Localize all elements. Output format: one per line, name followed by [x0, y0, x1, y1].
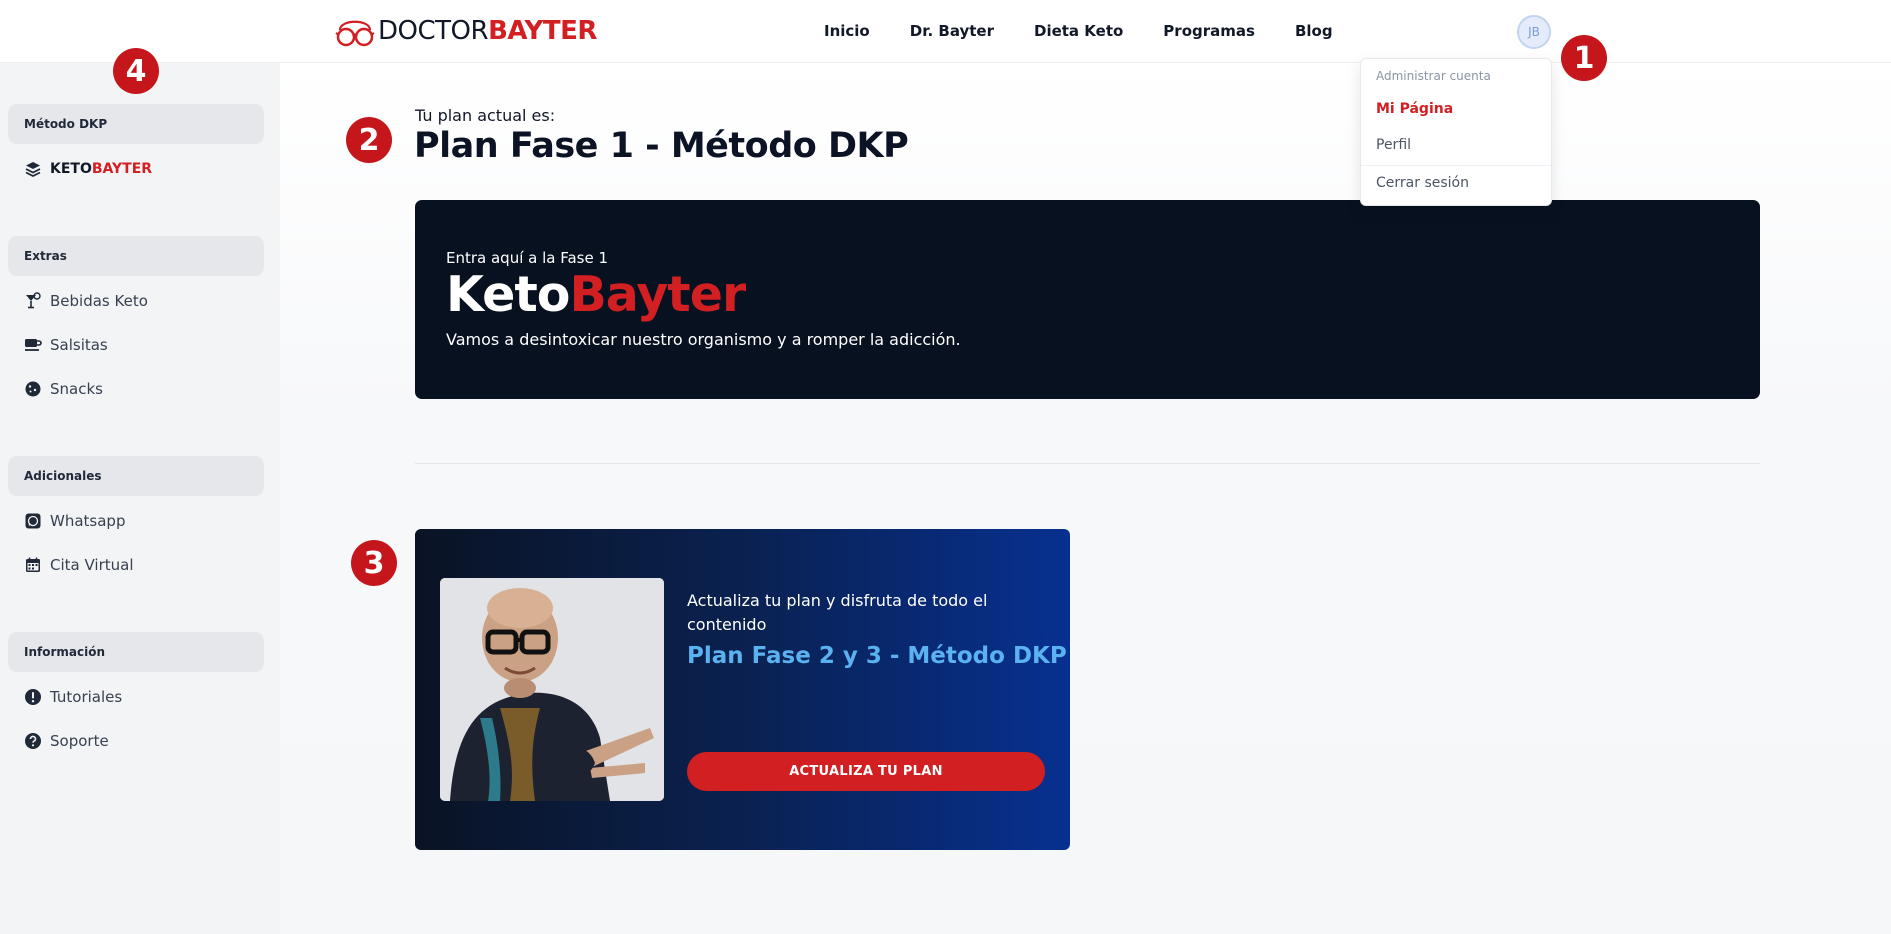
sidebar-item-ketobayter[interactable]: KETOBAYTER [24, 160, 152, 178]
layers-icon [25, 162, 41, 178]
section-extras: Extras [8, 236, 264, 276]
user-avatar[interactable]: JB [1517, 15, 1551, 49]
menu-mi-pagina[interactable]: Mi Página [1376, 101, 1453, 117]
sidebar-item-bebidas-keto[interactable]: Bebidas Keto [24, 292, 148, 310]
section-divider [415, 463, 1760, 464]
nav-blog[interactable]: Blog [1295, 22, 1333, 40]
marker-4: 4 [113, 48, 159, 94]
sidebar-item-label: Bebidas Keto [50, 292, 148, 310]
plan-subtitle: Tu plan actual es: [415, 106, 556, 125]
sidebar-item-label: Whatsapp [50, 512, 126, 530]
menu-cerrar-sesion[interactable]: Cerrar sesión [1376, 175, 1469, 191]
whatsapp-icon [25, 513, 41, 529]
sidebar-item-salsitas[interactable]: Salsitas [24, 336, 108, 354]
upgrade-plan-button[interactable]: ACTUALIZA TU PLAN [687, 752, 1045, 791]
dropdown-header: Administrar cuenta [1376, 69, 1491, 83]
sidebar-item-label: Soporte [50, 732, 109, 750]
doctor-photo [440, 578, 664, 801]
sidebar-item-label: Snacks [50, 380, 103, 398]
menu-perfil[interactable]: Perfil [1376, 137, 1411, 153]
account-dropdown: Administrar cuenta Mi Página Perfil Cerr… [1360, 58, 1552, 206]
plan-title: Plan Fase 1 - Método DKP [414, 126, 909, 166]
sidebar-item-tutoriales[interactable]: Tutoriales [24, 688, 122, 706]
phase1-hero-card[interactable]: Entra aquí a la Fase 1 KetoBayter Vamos … [415, 200, 1760, 399]
marker-2: 2 [346, 117, 392, 163]
dropdown-divider [1361, 165, 1551, 166]
upgrade-text: Actualiza tu plan y disfruta de todo el … [687, 591, 988, 634]
nav-inicio[interactable]: Inicio [824, 22, 870, 40]
cup-icon [25, 339, 42, 351]
nav-dr-bayter[interactable]: Dr. Bayter [910, 22, 994, 40]
sidebar-item-soporte[interactable]: Soporte [24, 732, 109, 750]
sidebar: Método DKP KETOBAYTER Extras Bebidas Ket… [0, 63, 280, 934]
marker-3: 3 [351, 540, 397, 586]
section-informacion: Información [8, 632, 264, 672]
hero-brand-keto: Keto [446, 266, 570, 323]
sidebar-item-cita-virtual[interactable]: Cita Virtual [24, 556, 134, 574]
upgrade-card: Actualiza tu plan y disfruta de todo el … [415, 529, 1070, 850]
bayter-text: BAYTER [91, 161, 153, 177]
hero-brand-bayter: Bayter [569, 266, 746, 323]
alert-circle-icon [25, 689, 41, 705]
cocktail-icon [26, 292, 41, 309]
doctor-portrait-image [440, 578, 664, 801]
site-logo[interactable]: DOCTORBAYTER [334, 12, 597, 50]
sidebar-item-label: Tutoriales [50, 688, 123, 706]
sidebar-item-label: Salsitas [50, 336, 108, 354]
hero-description: Vamos a desintoxicar nuestro organismo y… [446, 330, 961, 349]
logo-doctor-text: DOCTOR [378, 16, 489, 46]
upgrade-plan-name: Plan Fase 2 y 3 - Método DKP [687, 643, 1067, 669]
top-navbar: DOCTORBAYTER Inicio Dr. Bayter Dieta Ket… [0, 0, 1891, 63]
keto-text: KETO [50, 161, 92, 177]
question-circle-icon [25, 733, 41, 749]
logo-bayter-text: BAYTER [488, 16, 597, 46]
sidebar-item-label: KETOBAYTER [50, 161, 152, 177]
nav-dieta-keto[interactable]: Dieta Keto [1034, 22, 1123, 40]
hero-intro: Entra aquí a la Fase 1 [446, 249, 609, 267]
marker-1: 1 [1561, 35, 1607, 81]
calendar-icon [26, 557, 40, 572]
sidebar-item-snacks[interactable]: Snacks [24, 380, 103, 398]
logo-wordmark: DOCTORBAYTER [378, 18, 597, 44]
section-adicionales: Adicionales [8, 456, 264, 496]
cookie-icon [25, 381, 41, 397]
glasses-logo-icon [335, 20, 375, 47]
sidebar-item-whatsapp[interactable]: Whatsapp [24, 512, 125, 530]
section-metodo-dkp: Método DKP [8, 104, 264, 144]
nav-programas[interactable]: Programas [1163, 22, 1255, 40]
hero-brand: KetoBayter [446, 266, 746, 323]
main-nav: Inicio Dr. Bayter Dieta Keto Programas B… [824, 22, 1373, 40]
sidebar-item-label: Cita Virtual [50, 556, 134, 574]
